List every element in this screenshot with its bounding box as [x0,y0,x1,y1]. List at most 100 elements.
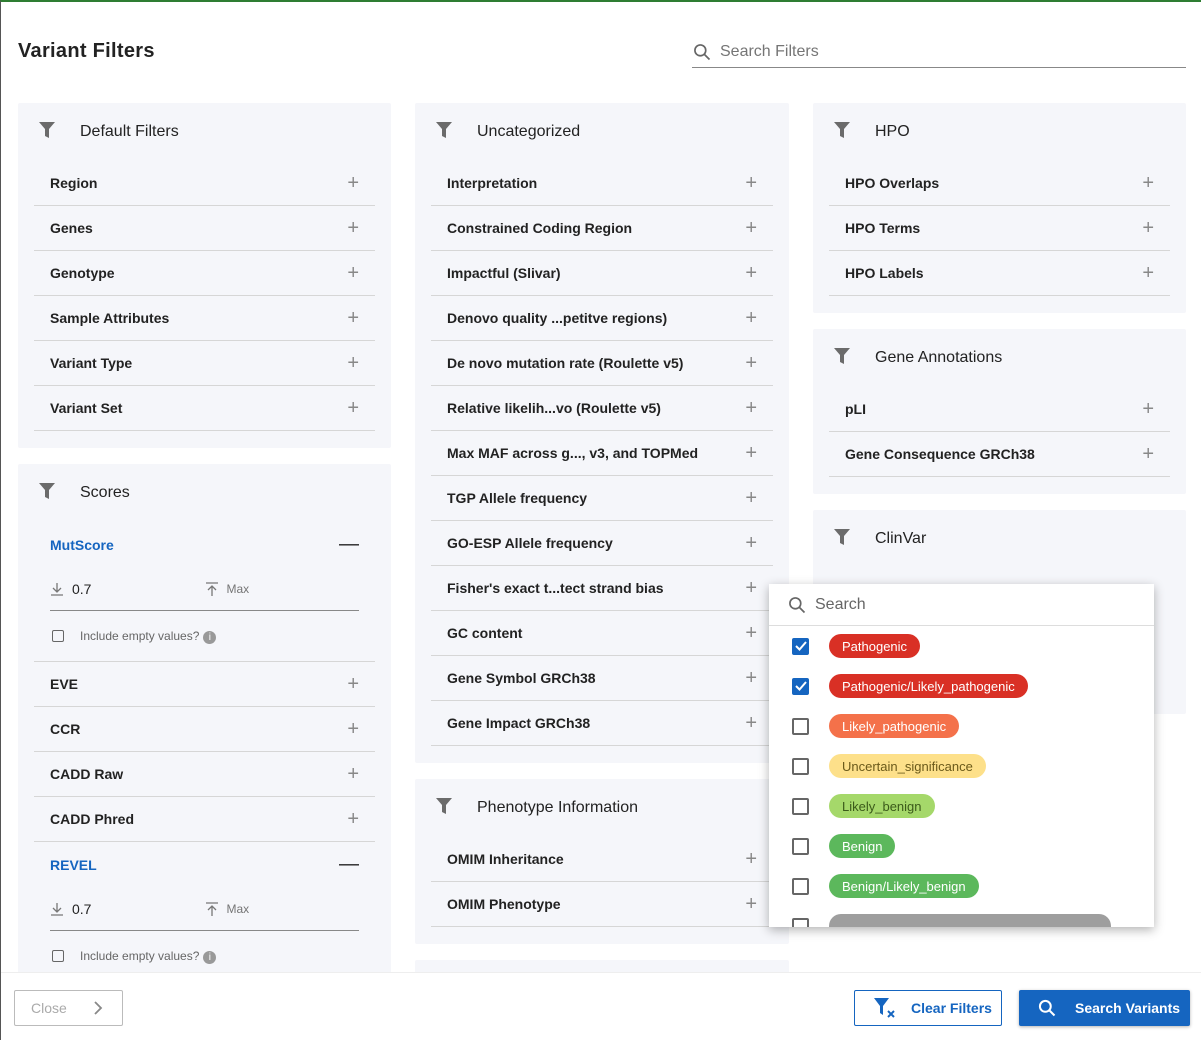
expand-plus-icon[interactable]: + [745,712,757,735]
filter-row[interactable]: CADD Phred + [34,797,375,842]
filter-row[interactable]: Gene Impact GRCh38 + [431,701,773,746]
filter-row[interactable]: Gene Consequence GRCh38 + [829,432,1170,477]
panel-header[interactable]: HPO [813,103,1186,161]
filter-row[interactable]: Max MAF across g..., v3, and TOPMed + [431,431,773,476]
expand-plus-icon[interactable]: + [745,532,757,555]
clinvar-option[interactable]: Benign/Likely_benign [769,866,1154,906]
expand-plus-icon[interactable]: + [745,577,757,600]
clinvar-option[interactable]: Likely_pathogenic [769,706,1154,746]
filter-row[interactable]: Denovo quality ...petitve regions) + [431,296,773,341]
checkbox[interactable] [792,837,809,855]
expand-plus-icon[interactable]: + [347,217,359,240]
panel-header[interactable]: Gene Annotations [813,329,1186,387]
checkbox[interactable] [792,877,809,895]
expand-plus-icon[interactable]: + [347,718,359,741]
close-button[interactable]: Close [14,990,123,1026]
filter-row[interactable]: HPO Overlaps + [829,161,1170,206]
expand-plus-icon[interactable]: + [745,622,757,645]
checkbox[interactable] [792,637,809,655]
expand-plus-icon[interactable]: + [745,487,757,510]
checkbox[interactable] [792,917,809,927]
checkbox[interactable] [792,677,809,695]
filter-row[interactable]: OMIM Phenotype + [431,882,773,927]
clinvar-option[interactable]: Pathogenic/Likely_pathogenic [769,666,1154,706]
expand-plus-icon[interactable]: + [745,262,757,285]
expand-plus-icon[interactable]: + [347,397,359,420]
panel-header[interactable]: Phenotype Information [415,779,789,837]
clinvar-option[interactable]: Pathogenic [769,626,1154,666]
filter-row[interactable]: GO-ESP Allele frequency + [431,521,773,566]
filter-row[interactable]: HPO Labels + [829,251,1170,296]
filter-row[interactable]: HPO Terms + [829,206,1170,251]
clinvar-option[interactable] [769,906,1154,927]
filter-row[interactable]: Interpretation + [431,161,773,206]
expand-plus-icon[interactable]: + [745,172,757,195]
filter-row[interactable]: Gene Symbol GRCh38 + [431,656,773,701]
filter-row[interactable]: OMIM Inheritance + [431,837,773,882]
filter-row[interactable]: GC content + [431,611,773,656]
filter-row[interactable]: Genes + [34,206,375,251]
expand-plus-icon[interactable]: + [347,763,359,786]
search-filters-field[interactable] [692,36,1186,68]
filter-row[interactable]: Variant Set + [34,386,375,431]
collapse-minus-icon[interactable]: — [339,533,359,556]
filter-row[interactable]: Region + [34,161,375,206]
panel-header[interactable]: ClinVar [813,510,1186,568]
search-filters-input[interactable] [720,42,1160,61]
filter-row[interactable]: EVE + [34,662,375,707]
expand-plus-icon[interactable]: + [745,442,757,465]
filter-row[interactable]: MutScore — [34,522,375,567]
expand-plus-icon[interactable]: + [1142,443,1154,466]
clinvar-search-field[interactable]: Search [769,584,1154,626]
expand-plus-icon[interactable]: + [347,172,359,195]
filter-row[interactable]: Relative likelih...vo (Roulette v5) + [431,386,773,431]
expand-plus-icon[interactable]: + [347,673,359,696]
clinvar-option[interactable]: Benign [769,826,1154,866]
expand-plus-icon[interactable]: + [745,893,757,916]
expand-plus-icon[interactable]: + [1142,398,1154,421]
filter-row[interactable]: Fisher's exact t...tect strand bias + [431,566,773,611]
clinvar-option[interactable]: Likely_benign [769,786,1154,826]
search-variants-button[interactable]: Search Variants [1019,990,1190,1026]
include-empty-checkbox[interactable] [52,950,64,962]
info-icon[interactable]: i [203,950,217,964]
min-value-field[interactable]: 0.7 [72,581,172,597]
min-value-field[interactable]: 0.7 [72,901,172,917]
clear-filters-button[interactable]: Clear Filters [854,990,1002,1026]
filter-row[interactable]: CCR + [34,707,375,752]
panel-header[interactable]: Uncategorized [415,103,789,161]
expand-plus-icon[interactable]: + [745,217,757,240]
checkbox[interactable] [792,757,809,775]
checkbox[interactable] [792,797,809,815]
filter-row[interactable]: TGP Allele frequency + [431,476,773,521]
expand-plus-icon[interactable]: + [745,307,757,330]
filter-row[interactable]: Impactful (Slivar) + [431,251,773,296]
info-icon[interactable]: i [203,630,217,644]
panel-header[interactable]: Default Filters [18,103,391,161]
checkbox[interactable] [792,717,809,735]
expand-plus-icon[interactable]: + [745,848,757,871]
expand-plus-icon[interactable]: + [745,352,757,375]
expand-plus-icon[interactable]: + [347,808,359,831]
include-empty-checkbox[interactable] [52,630,64,642]
max-input[interactable] [226,901,327,916]
filter-row[interactable]: CADD Raw + [34,752,375,797]
expand-plus-icon[interactable]: + [745,667,757,690]
expand-plus-icon[interactable]: + [347,307,359,330]
expand-plus-icon[interactable]: + [347,352,359,375]
filter-row[interactable]: Genotype + [34,251,375,296]
filter-row[interactable]: Sample Attributes + [34,296,375,341]
expand-plus-icon[interactable]: + [1142,217,1154,240]
expand-plus-icon[interactable]: + [745,397,757,420]
expand-plus-icon[interactable]: + [347,262,359,285]
max-input[interactable] [226,581,327,596]
collapse-minus-icon[interactable]: — [339,853,359,876]
expand-plus-icon[interactable]: + [1142,262,1154,285]
filter-row[interactable]: De novo mutation rate (Roulette v5) + [431,341,773,386]
expand-plus-icon[interactable]: + [1142,172,1154,195]
filter-row[interactable]: REVEL — [34,842,375,887]
filter-row[interactable]: Variant Type + [34,341,375,386]
filter-row[interactable]: pLI + [829,387,1170,432]
panel-header[interactable]: Scores [18,464,391,522]
filter-row[interactable]: Constrained Coding Region + [431,206,773,251]
